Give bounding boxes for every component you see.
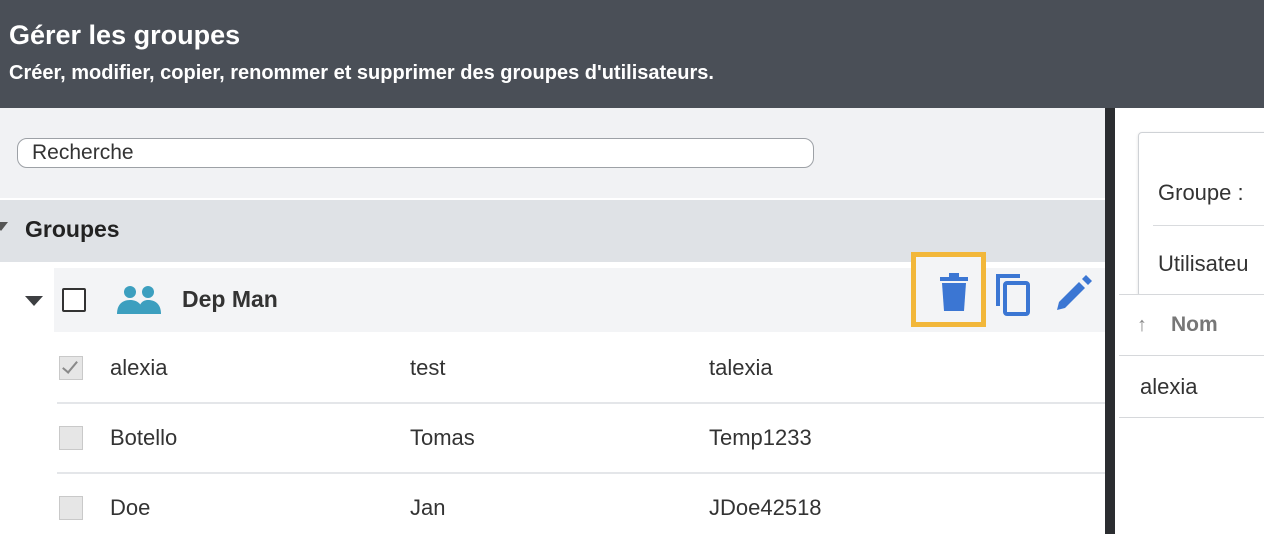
users-field-label: Utilisateu	[1158, 251, 1249, 276]
row-checkbox[interactable]	[59, 356, 83, 380]
member-first-name: test	[410, 355, 446, 380]
trash-icon[interactable]	[937, 273, 971, 318]
page-header: Gérer les groupes Créer, modifier, copie…	[0, 0, 1264, 108]
table-row[interactable]: Doe Jan JDoe42518	[57, 474, 1105, 542]
table-row[interactable]: Botello Tomas Temp1233	[57, 404, 1105, 474]
member-last-name: alexia	[110, 355, 168, 380]
member-login: Temp1233	[709, 425, 812, 450]
group-checkbox[interactable]	[62, 288, 86, 312]
people-icon	[116, 285, 162, 320]
member-login: talexia	[709, 355, 773, 380]
edit-icon[interactable]	[1054, 275, 1092, 318]
member-first-name: Tomas	[410, 425, 475, 450]
row-checkbox[interactable]	[59, 496, 83, 520]
search-area	[0, 108, 1105, 198]
member-last-name: Doe	[110, 495, 151, 520]
panel-splitter[interactable]	[1105, 108, 1115, 534]
page-title: Gérer les groupes	[9, 20, 241, 50]
column-header-name[interactable]: ↑ Nom	[1119, 294, 1264, 356]
sort-ascending-icon[interactable]: ↑	[1137, 314, 1147, 337]
table-row[interactable]: alexia test talexia	[57, 334, 1105, 404]
group-details-panel: Groupe : Utilisateu ↑ Nom alexia	[1115, 108, 1264, 534]
copy-icon[interactable]	[994, 272, 1034, 323]
list-item[interactable]: alexia	[1119, 355, 1264, 418]
member-last-name: Botello	[110, 425, 178, 450]
member-first-name: Jan	[410, 495, 446, 520]
card-divider	[1153, 225, 1264, 226]
group-details-card: Groupe : Utilisateu	[1138, 132, 1264, 297]
column-header-label: Nom	[1171, 313, 1218, 336]
row-checkbox[interactable]	[59, 426, 83, 450]
member-login: JDoe42518	[709, 495, 822, 520]
group-name[interactable]: Dep Man	[182, 286, 278, 313]
expand-arrow-icon[interactable]	[25, 296, 43, 306]
page-subtitle: Créer, modifier, copier, renommer et sup…	[9, 62, 714, 84]
group-field-label: Groupe :	[1158, 180, 1244, 205]
collapse-caret-icon[interactable]	[0, 222, 8, 231]
search-input[interactable]	[17, 138, 814, 168]
list-item-name: alexia	[1140, 374, 1198, 399]
details-card-clip: Groupe : Utilisateu	[1115, 108, 1264, 308]
groups-header-label: Groupes	[25, 216, 120, 242]
